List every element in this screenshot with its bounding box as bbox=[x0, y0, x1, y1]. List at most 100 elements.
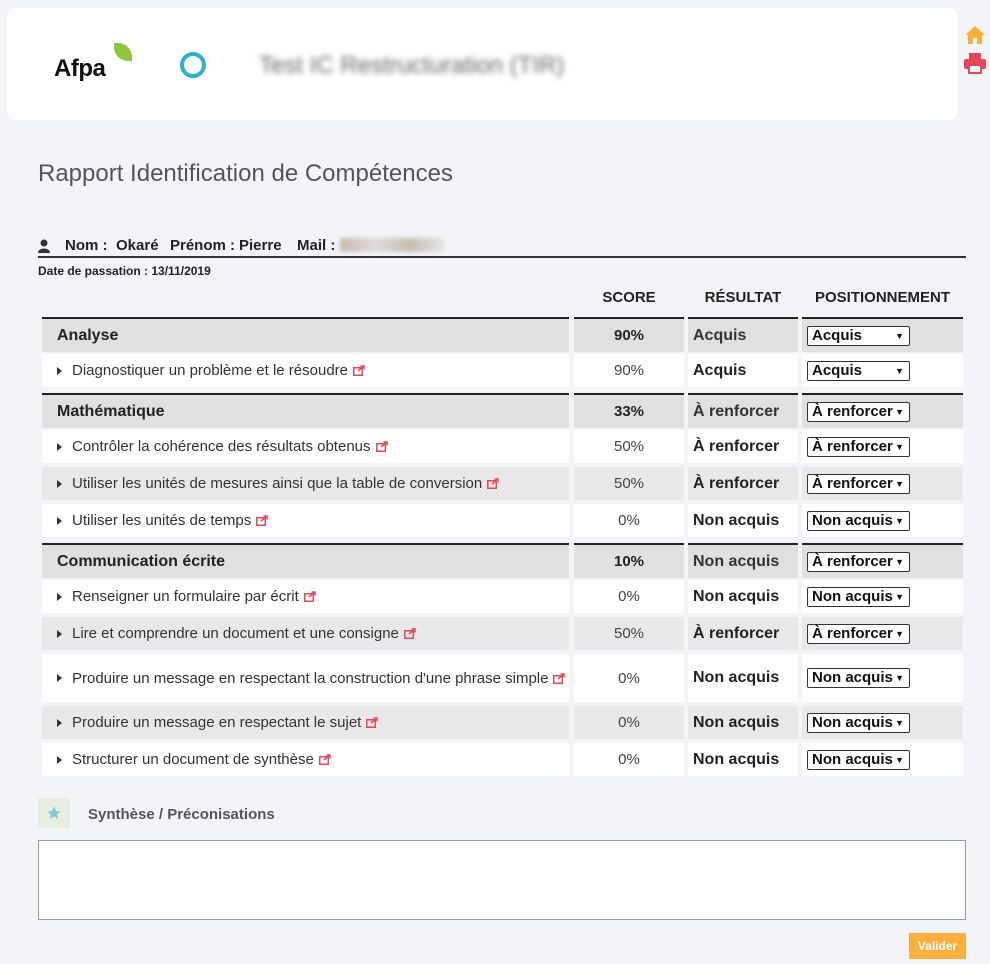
positionnement-cell: Non acquis ▼ bbox=[802, 580, 963, 613]
dropdown-arrow-icon: ▼ bbox=[895, 628, 904, 639]
competence-label: Produire un message en respectant le suj… bbox=[72, 713, 379, 732]
resultat-cell: Non acquis bbox=[688, 654, 798, 702]
caret-right-icon[interactable] bbox=[57, 674, 62, 682]
share-icon[interactable] bbox=[256, 515, 268, 526]
row-name-cell[interactable]: Utiliser les unités de temps bbox=[42, 504, 569, 537]
competence-label: Produire un message en respectant la con… bbox=[72, 669, 566, 688]
score-cell: 0% bbox=[574, 654, 684, 702]
dropdown-arrow-icon: ▼ bbox=[895, 754, 904, 765]
row-name-cell[interactable]: Produire un message en respectant le suj… bbox=[42, 706, 569, 739]
positionnement-select[interactable]: À renforcer ▼ bbox=[807, 551, 910, 572]
user-info: Nom : Okaré Prénom : Pierre Mail : bbox=[38, 236, 966, 258]
caret-right-icon[interactable] bbox=[57, 718, 62, 727]
category-row: Communication écrite 10% Non acquis À renfo… bbox=[42, 543, 963, 578]
resultat-cell: À renforcer bbox=[688, 467, 798, 500]
star-icon bbox=[47, 806, 61, 819]
row-name-cell[interactable]: Structurer un document de synthèse bbox=[42, 743, 569, 776]
resultat-cell: À renforcer bbox=[688, 617, 798, 650]
competence-row: Lire et comprendre un document et une co… bbox=[42, 617, 963, 650]
mail-value-redacted bbox=[340, 238, 444, 252]
caret-right-icon[interactable] bbox=[57, 516, 62, 525]
share-icon[interactable] bbox=[403, 628, 416, 639]
positionnement-cell: Non acquis ▼ bbox=[802, 743, 963, 776]
test-title: Test IC Restructuration (TIR) bbox=[259, 52, 565, 79]
row-name-cell: Mathématique bbox=[42, 393, 569, 428]
positionnement-cell: À renforcer ▼ bbox=[802, 393, 963, 428]
share-icon[interactable] bbox=[303, 591, 316, 602]
positionnement-select[interactable]: Non acquis ▼ bbox=[807, 668, 910, 688]
positionnement-value: À renforcer bbox=[812, 437, 893, 455]
positionnement-cell: À renforcer ▼ bbox=[802, 543, 963, 578]
row-name-cell[interactable]: Contrôler la cohérence des résultats obt… bbox=[42, 430, 569, 463]
caret-right-icon[interactable] bbox=[57, 755, 62, 764]
synthese-star-badge bbox=[38, 798, 70, 828]
caret-right-icon[interactable] bbox=[57, 629, 62, 638]
circle-icon bbox=[180, 52, 206, 78]
positionnement-select[interactable]: À renforcer ▼ bbox=[807, 623, 910, 644]
positionnement-value: Non acquis bbox=[812, 511, 893, 529]
caret-right-icon[interactable] bbox=[57, 479, 62, 488]
competence-label: Renseigner un formulaire par écrit bbox=[72, 587, 316, 606]
positionnement-select[interactable]: Non acquis ▼ bbox=[807, 510, 910, 531]
positionnement-select[interactable]: À renforcer ▼ bbox=[807, 436, 910, 457]
row-name-cell[interactable]: Diagnostiquer un problème et le résoudre bbox=[42, 354, 569, 387]
home-icon[interactable] bbox=[963, 24, 987, 46]
competence-label: Lire et comprendre un document et une co… bbox=[72, 624, 416, 643]
caret-right-icon[interactable] bbox=[57, 442, 62, 451]
positionnement-value: À renforcer bbox=[812, 402, 893, 420]
competence-row: Contrôler la cohérence des résultats obt… bbox=[42, 430, 963, 463]
positionnement-select[interactable]: Acquis ▼ bbox=[807, 325, 910, 346]
date-label: Date de passation : bbox=[38, 264, 149, 278]
competence-row: Utiliser les unités de temps 0% Non acquis… bbox=[42, 504, 963, 537]
score-cell: 33% bbox=[574, 393, 684, 428]
resultat-cell: À renforcer bbox=[688, 393, 798, 428]
date-value: 13/11/2019 bbox=[151, 264, 211, 278]
dropdown-arrow-icon: ▼ bbox=[895, 478, 904, 489]
row-name-cell: Communication écrite bbox=[42, 543, 569, 578]
date-passation: Date de passation : 13/11/2019 bbox=[38, 264, 211, 278]
dropdown-arrow-icon: ▼ bbox=[895, 330, 904, 341]
share-icon[interactable] bbox=[487, 478, 499, 489]
user-icon bbox=[38, 239, 50, 253]
row-name-cell[interactable]: Renseigner un formulaire par écrit bbox=[42, 580, 569, 613]
row-name-cell[interactable]: Produire un message en respectant la con… bbox=[42, 654, 569, 702]
resultat-cell: Acquis bbox=[688, 317, 798, 352]
mail-label: Mail : bbox=[297, 237, 336, 254]
positionnement-value: Non acquis bbox=[812, 587, 893, 605]
positionnement-value: À renforcer bbox=[812, 624, 893, 642]
dropdown-arrow-icon: ▼ bbox=[895, 365, 904, 376]
col-header-positionnement: POSITIONNEMENT bbox=[814, 289, 950, 306]
positionnement-select[interactable]: Non acquis ▼ bbox=[807, 712, 910, 733]
positionnement-select[interactable]: Non acquis ▼ bbox=[807, 749, 910, 770]
competence-label: Diagnostiquer un problème et le résoudre bbox=[72, 361, 365, 380]
dropdown-arrow-icon: ▼ bbox=[895, 591, 904, 602]
share-icon[interactable] bbox=[353, 365, 365, 376]
afpa-logo-leaf bbox=[114, 43, 132, 61]
prenom-label: Prénom : bbox=[170, 237, 236, 254]
print-icon[interactable] bbox=[963, 52, 987, 74]
positionnement-select[interactable]: À renforcer ▼ bbox=[807, 473, 910, 494]
share-icon[interactable] bbox=[375, 441, 388, 452]
positionnement-value: À renforcer bbox=[812, 552, 893, 570]
positionnement-cell: Acquis ▼ bbox=[802, 317, 963, 352]
competence-label: Utiliser les unités de temps bbox=[72, 511, 268, 530]
page-title: Rapport Identification de Compétences bbox=[38, 160, 453, 187]
row-name-cell[interactable]: Lire et comprendre un document et une co… bbox=[42, 617, 569, 650]
valider-button[interactable]: Valider bbox=[909, 933, 966, 959]
score-cell: 50% bbox=[574, 430, 684, 463]
share-icon[interactable] bbox=[366, 717, 379, 728]
caret-right-icon[interactable] bbox=[57, 366, 62, 375]
resultat-cell: Non acquis bbox=[688, 706, 798, 739]
row-name-cell[interactable]: Utiliser les unités de mesures ainsi que… bbox=[42, 467, 569, 500]
synthese-textarea[interactable] bbox=[38, 840, 966, 920]
positionnement-select[interactable]: Acquis ▼ bbox=[807, 360, 910, 381]
caret-right-icon[interactable] bbox=[57, 592, 62, 601]
positionnement-select[interactable]: Non acquis ▼ bbox=[807, 586, 910, 607]
resultat-cell: Non acquis bbox=[688, 543, 798, 578]
header-card: Afpa Test IC Restructuration (TIR) bbox=[7, 8, 958, 120]
positionnement-select[interactable]: À renforcer ▼ bbox=[807, 401, 910, 422]
afpa-logo: Afpa bbox=[54, 55, 106, 82]
competence-label: Contrôler la cohérence des résultats obt… bbox=[72, 437, 388, 456]
share-icon[interactable] bbox=[318, 754, 331, 765]
share-icon[interactable] bbox=[553, 672, 566, 684]
